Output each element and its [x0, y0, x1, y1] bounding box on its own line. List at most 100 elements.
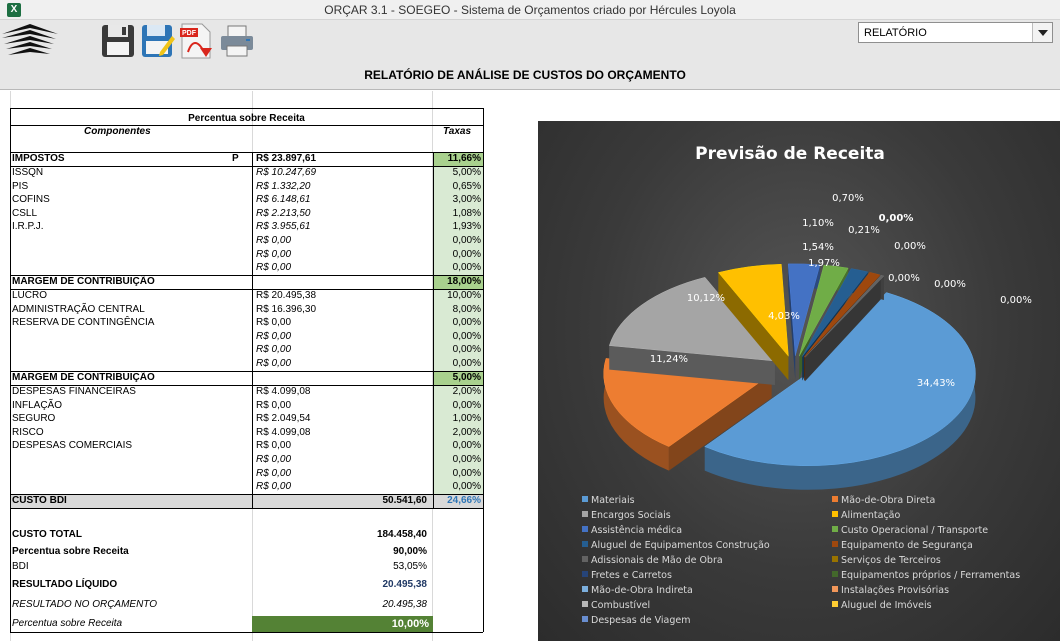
legend-entry: Aluguel de Imóveis [841, 600, 932, 611]
table-row[interactable]: R$ 0,00 0,00% [10, 480, 483, 494]
table-row[interactable]: R$ 0,00 0,00% [10, 466, 483, 481]
margem1-row[interactable]: MARGEM DE CONTRIBUIÇÃO 18,00% [10, 275, 483, 289]
svg-text:PDF: PDF [182, 30, 197, 37]
row-value: R$ 20.495,38 [256, 290, 317, 301]
legend-swatch [582, 541, 588, 547]
revenue-pie-chart[interactable]: Previsão de Receita 34,43% 11,24% 10,12% 4,… [538, 121, 1060, 641]
percentua-label: Percentua sobre Receita [12, 546, 129, 557]
print-icon[interactable] [219, 22, 255, 60]
table-row[interactable]: DESPESAS FINANCEIRAS R$ 4.099,08 2,00% [10, 385, 483, 399]
legend-entry: Serviços de Terceiros [841, 555, 941, 566]
margem2-label: MARGEM DE CONTRIBUIÇÃO [12, 372, 155, 383]
legend-entry: Equipamentos próprios / Ferramentas [841, 570, 1020, 581]
resultado-orcamento-value: 20.495,38 [382, 599, 428, 610]
bdi-row[interactable]: BDI 53,05% [10, 560, 483, 574]
legend-swatch [832, 526, 838, 532]
row-rate: 0,00% [433, 234, 483, 248]
row-value: R$ 0,00 [256, 317, 292, 329]
percentua2-row[interactable]: Percentua sobre Receita 10,00% [10, 616, 483, 632]
table-row[interactable]: INFLAÇÃO R$ 0,00 0,00% [10, 398, 483, 413]
report-select[interactable]: RELATÓRIO [858, 22, 1053, 43]
legend-entry: Combustível [591, 600, 650, 611]
row-rate: 1,00% [433, 412, 483, 426]
legend-entry: Fretes e Carretos [591, 570, 672, 581]
slice-data-label: 11,24% [650, 354, 688, 365]
legend-swatch [582, 586, 588, 592]
table-row[interactable]: SEGURO R$ 2.049,54 1,00% [10, 412, 483, 426]
impostos-row[interactable]: IMPOSTOS P R$ 23.897,61 11,66% [10, 152, 483, 166]
col-taxas: Taxas [443, 126, 471, 137]
resultado-liquido-row[interactable]: RESULTADO LÍQUIDO 20.495,38 [10, 578, 483, 592]
percentua-row[interactable]: Percentua sobre Receita 90,00% [10, 545, 483, 559]
margem2-row[interactable]: MARGEM DE CONTRIBUIÇÃO 5,00% [10, 371, 483, 385]
table-row[interactable]: R$ 0,00 0,00% [10, 357, 483, 371]
legend-swatch [832, 586, 838, 592]
table-row[interactable]: R$ 0,00 0,00% [10, 247, 483, 262]
table-row[interactable]: R$ 0,00 0,00% [10, 261, 483, 275]
table-row[interactable]: CSLL R$ 2.213,50 1,08% [10, 206, 483, 221]
table-row[interactable]: R$ 0,00 0,00% [10, 343, 483, 357]
row-value: R$ 0,00 [256, 454, 292, 465]
row-value: R$ 0,00 [256, 481, 292, 493]
edit-icon[interactable] [140, 22, 176, 60]
table-row[interactable]: COFINS R$ 6.148,61 3,00% [10, 193, 483, 207]
row-value: R$ 0,00 [256, 440, 292, 452]
legend-swatch [832, 601, 838, 607]
slice-data-label: 0,00% [879, 213, 914, 224]
table-border [10, 494, 483, 495]
custo-bdi-label: CUSTO BDI [12, 495, 67, 506]
table-row[interactable]: RISCO R$ 4.099,08 2,00% [10, 425, 483, 440]
slice-data-label: 1,97% [808, 258, 840, 269]
table-row[interactable]: R$ 0,00 0,00% [10, 453, 483, 467]
table-border [10, 125, 483, 126]
row-value: R$ 2.049,54 [256, 413, 311, 425]
table-border [10, 371, 483, 372]
row-value: R$ 0,00 [256, 344, 292, 356]
worksheet[interactable]: Percentua sobre Receita Componentes Taxa… [0, 91, 1060, 641]
row-label: ADMINISTRAÇÃO CENTRAL [12, 303, 145, 315]
row-rate: 0,00% [433, 261, 483, 275]
table-row[interactable]: I.R.P.J. R$ 3.955,61 1,93% [10, 220, 483, 234]
row-rate: 1,93% [433, 220, 483, 234]
row-rate: 0,00% [433, 357, 483, 371]
row-rate: 0,65% [433, 179, 483, 194]
table-row[interactable]: RESERVA DE CONTINGÊNCIA R$ 0,00 0,00% [10, 316, 483, 330]
custo-bdi-rate: 24,66% [433, 494, 483, 508]
row-value: R$ 2.213,50 [256, 207, 311, 219]
table-row[interactable]: LUCRO R$ 20.495,38 10,00% [10, 289, 483, 303]
slice-data-label: 1,10% [802, 218, 834, 229]
row-value: R$ 1.332,20 [256, 180, 311, 192]
legend-swatch [582, 571, 588, 577]
impostos-label: IMPOSTOS [12, 153, 65, 164]
row-value: R$ 6.148,61 [256, 194, 311, 206]
logo-icon [2, 24, 58, 55]
custo-total-row[interactable]: CUSTO TOTAL 184.458,40 [10, 528, 483, 542]
table-border [10, 508, 483, 509]
table-border [10, 275, 483, 276]
custo-bdi-value: 50.541,60 [382, 495, 428, 506]
row-label: LUCRO [12, 290, 48, 301]
row-label: RISCO [12, 426, 44, 438]
row-label: SEGURO [12, 413, 56, 425]
table-row[interactable]: PIS R$ 1.332,20 0,65% [10, 179, 483, 194]
table-row[interactable]: R$ 0,00 0,00% [10, 234, 483, 248]
report-select-value: RELATÓRIO [864, 27, 927, 39]
row-label: COFINS [12, 194, 50, 206]
table-row[interactable]: ISSQN R$ 10.247,69 5,00% [10, 166, 483, 180]
chevron-down-icon[interactable] [1032, 23, 1052, 42]
table-row[interactable]: R$ 0,00 0,00% [10, 329, 483, 344]
slice-data-label: 10,12% [687, 293, 725, 304]
table-row[interactable]: ADMINISTRAÇÃO CENTRAL R$ 16.396,30 8,00% [10, 302, 483, 317]
table-row[interactable]: DESPESAS COMERCIAIS R$ 0,00 0,00% [10, 439, 483, 453]
bdi-label: BDI [12, 561, 29, 572]
bdi-value: 53,05% [393, 561, 427, 572]
report-title: RELATÓRIO DE ANÁLISE DE CUSTOS DO ORÇAME… [364, 68, 686, 82]
row-rate: 2,00% [433, 425, 483, 440]
custo-bdi-row[interactable]: CUSTO BDI 50.541,60 24,66% [10, 494, 483, 508]
pdf-export-icon[interactable]: PDF [178, 22, 214, 60]
row-rate: 1,08% [433, 206, 483, 221]
save-icon[interactable] [100, 22, 136, 60]
resultado-orcamento-row[interactable]: RESULTADO NO ORÇAMENTO 20.495,38 [10, 598, 483, 612]
slice-data-label: 0,00% [888, 273, 920, 284]
legend-swatch [832, 571, 838, 577]
